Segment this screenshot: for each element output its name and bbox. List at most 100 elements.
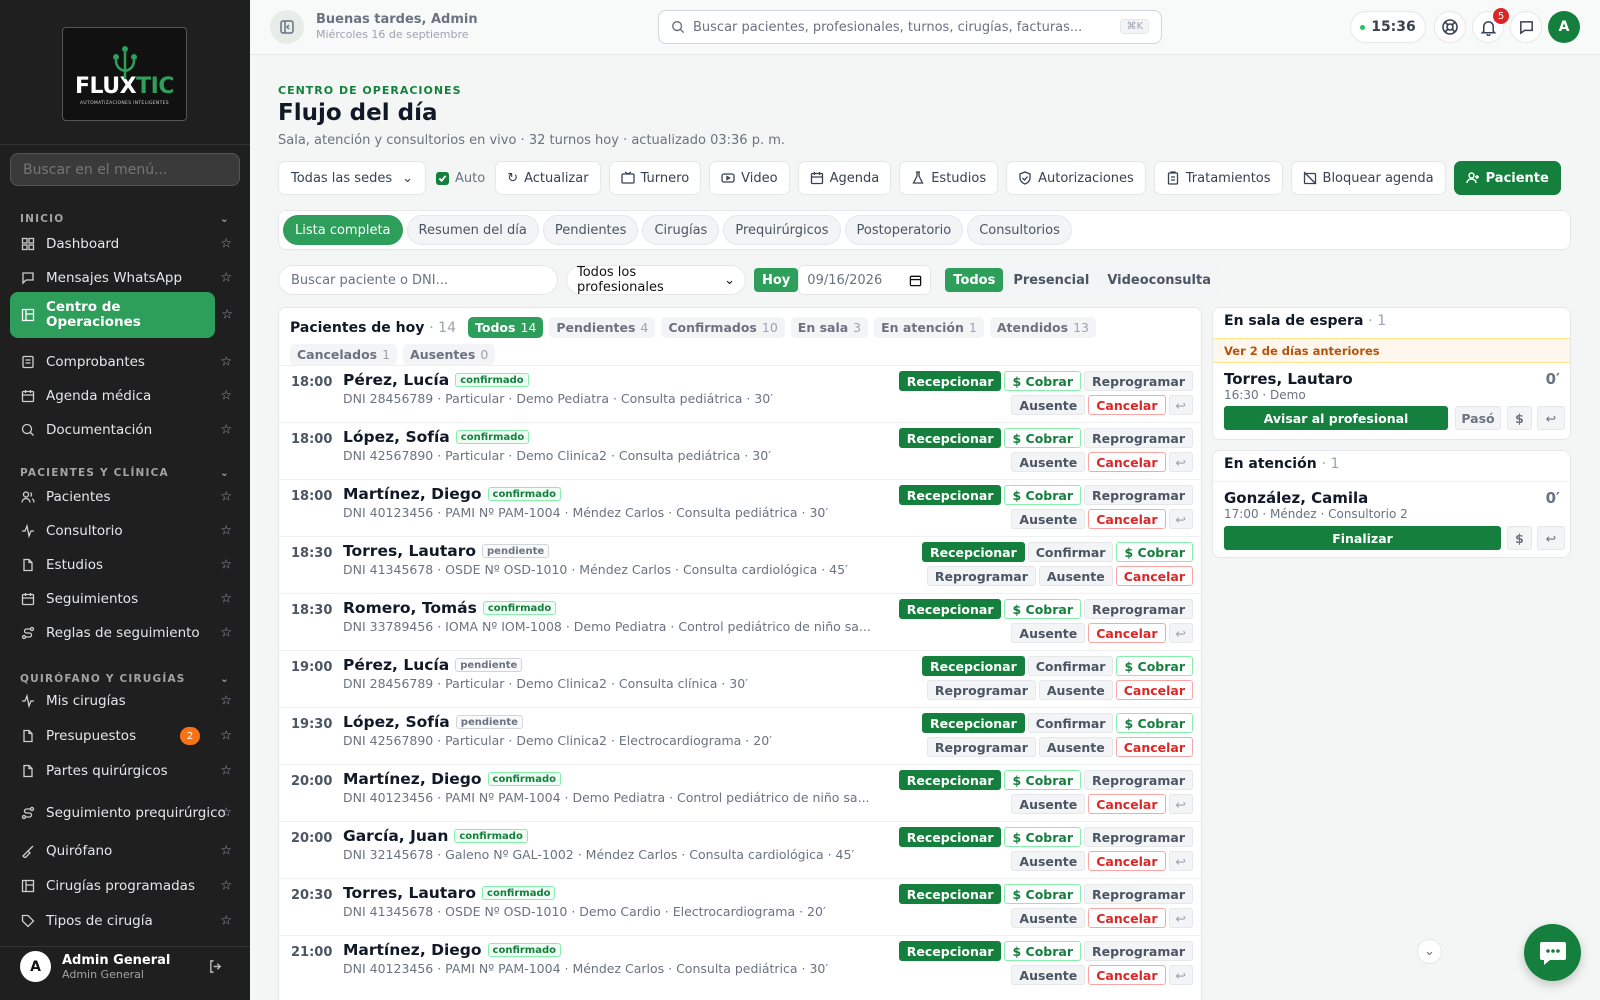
table-row[interactable]: 18:30 Romero, Tomás confirmado DNI 33789456… <box>279 593 1201 650</box>
date-input[interactable]: 09/16/2026 <box>798 265 932 295</box>
tab-consultorios[interactable]: Consultorios <box>967 215 1072 245</box>
sede-select[interactable]: Todas las sedes ⌄ <box>278 161 426 195</box>
scroll-down-button[interactable]: ⌄ <box>1417 939 1442 964</box>
receive-button[interactable]: Recepcionar <box>898 428 1002 448</box>
receive-button[interactable]: Recepcionar <box>898 599 1002 619</box>
receive-button[interactable]: Recepcionar <box>922 656 1025 676</box>
absent-button[interactable]: Ausente <box>1011 509 1086 529</box>
reschedule-button[interactable]: Reprogramar <box>1084 371 1193 391</box>
cancel-button[interactable]: Cancelar <box>1115 566 1193 586</box>
undo-button[interactable]: ↩ <box>1168 395 1193 415</box>
toggle-sidebar-button[interactable] <box>270 10 304 44</box>
star-icon[interactable]: ☆ <box>220 524 232 539</box>
charge-button[interactable]: $ Cobrar <box>1116 656 1193 676</box>
undo-button[interactable]: ↩ <box>1537 526 1565 550</box>
charge-button[interactable]: $ Cobrar <box>1004 827 1082 847</box>
undo-button[interactable]: ↩ <box>1168 509 1193 529</box>
cancel-button[interactable]: Cancelar <box>1115 680 1193 700</box>
undo-button[interactable]: ↩ <box>1168 623 1193 643</box>
cancel-button[interactable]: Cancelar <box>1088 851 1166 871</box>
status-filter-todos[interactable]: Todos 14 <box>468 317 544 338</box>
patient-name[interactable]: Romero, Tomás confirmado <box>343 599 557 617</box>
receive-button[interactable]: Recepcionar <box>898 827 1002 847</box>
status-filter-ausentes[interactable]: Ausentes 0 <box>403 344 496 365</box>
sidebar-item-consultorio[interactable]: Consultorio ☆ <box>10 514 240 548</box>
absent-button[interactable]: Ausente <box>1011 851 1086 871</box>
patient-name[interactable]: Torres, Lautaro confirmado <box>343 884 556 902</box>
undo-button[interactable]: ↩ <box>1168 908 1193 928</box>
absent-button[interactable]: Ausente <box>1011 623 1086 643</box>
account-avatar[interactable]: A <box>1548 11 1580 43</box>
table-row[interactable]: 21:00 Martínez, Diego confirmado DNI 401234… <box>279 935 1201 992</box>
charge-button[interactable]: $ Cobrar <box>1004 941 1082 961</box>
section-pacientes[interactable]: PACIENTES Y CLÍNICA ⌄ <box>20 467 230 479</box>
charge-button[interactable]: $ <box>1507 526 1532 550</box>
undo-button[interactable]: ↩ <box>1168 965 1193 985</box>
star-icon[interactable]: ☆ <box>220 879 232 894</box>
star-icon[interactable]: ☆ <box>220 806 232 821</box>
table-row[interactable]: 18:00 Martínez, Diego confirmado DNI 401234… <box>279 479 1201 536</box>
new-patient-button[interactable]: Paciente <box>1453 161 1561 195</box>
reschedule-button[interactable]: Reprogramar <box>926 680 1036 700</box>
global-search-input[interactable]: Buscar pacientes, profesionales, turnos,… <box>658 10 1162 44</box>
sidebar-item-pacientes[interactable]: Pacientes ☆ <box>10 480 240 514</box>
star-icon[interactable]: ☆ <box>220 237 232 252</box>
patient-name[interactable]: Martínez, Diego confirmado <box>343 941 562 959</box>
star-icon[interactable]: ☆ <box>220 694 232 709</box>
charge-button[interactable]: $ Cobrar <box>1116 542 1193 562</box>
today-button[interactable]: Hoy <box>754 268 799 292</box>
reschedule-button[interactable]: Reprogramar <box>1084 770 1193 790</box>
charge-button[interactable]: $ Cobrar <box>1004 428 1082 448</box>
bloquear-agenda-button[interactable]: Bloquear agenda <box>1290 161 1446 195</box>
status-filter-en-sala[interactable]: En sala 3 <box>790 317 869 338</box>
absent-button[interactable]: Ausente <box>1038 680 1113 700</box>
autorizaciones-button[interactable]: Autorizaciones <box>1006 161 1146 195</box>
absent-button[interactable]: Ausente <box>1011 908 1086 928</box>
star-icon[interactable]: ☆ <box>220 764 232 779</box>
chat-fab-button[interactable] <box>1524 924 1581 981</box>
waiting-patient-name[interactable]: Torres, Lautaro <box>1224 370 1353 388</box>
star-icon[interactable]: ☆ <box>220 592 232 607</box>
table-row[interactable]: 19:30 López, Sofía pendiente DNI 42567890 ·… <box>279 707 1201 764</box>
sidebar-item-reglas-de-seguimiento[interactable]: Reglas de seguimiento ☆ <box>10 616 240 650</box>
cancel-button[interactable]: Cancelar <box>1088 794 1166 814</box>
patient-name[interactable]: López, Sofía confirmado <box>343 428 530 446</box>
charge-button[interactable]: $ Cobrar <box>1116 713 1193 733</box>
table-row[interactable]: 18:00 López, Sofía confirmado DNI 42567890 … <box>279 422 1201 479</box>
star-icon[interactable]: ☆ <box>220 423 232 438</box>
table-row[interactable]: 19:00 Pérez, Lucía pendiente DNI 28456789 ·… <box>279 650 1201 707</box>
patient-name[interactable]: Martínez, Diego confirmado <box>343 770 562 788</box>
receive-button[interactable]: Recepcionar <box>898 884 1002 904</box>
receive-button[interactable]: Recepcionar <box>898 485 1002 505</box>
notify-professional-button[interactable]: Avisar al profesional <box>1224 406 1448 430</box>
charge-button[interactable]: $ Cobrar <box>1004 485 1082 505</box>
star-icon[interactable]: ☆ <box>220 490 232 505</box>
mode-presencial[interactable]: Presencial <box>1005 268 1097 292</box>
mode-videoconsulta[interactable]: Videoconsulta <box>1099 268 1219 292</box>
status-filter-atendidos[interactable]: Atendidos 13 <box>989 317 1096 338</box>
cancel-button[interactable]: Cancelar <box>1088 452 1166 472</box>
sidebar-item-presupuestos[interactable]: Presupuestos 2 ☆ <box>10 719 240 753</box>
status-filter-confirmados[interactable]: Confirmados 10 <box>661 317 785 338</box>
confirm-button[interactable]: Confirmar <box>1027 713 1114 733</box>
passed-button[interactable]: Pasó <box>1455 406 1501 430</box>
reschedule-button[interactable]: Reprogramar <box>1084 941 1193 961</box>
undo-button[interactable]: ↩ <box>1537 406 1565 430</box>
star-icon[interactable]: ☆ <box>220 626 232 641</box>
receive-button[interactable]: Recepcionar <box>922 542 1025 562</box>
receive-button[interactable]: Recepcionar <box>898 941 1002 961</box>
confirm-button[interactable]: Confirmar <box>1027 656 1114 676</box>
absent-button[interactable]: Ausente <box>1011 794 1086 814</box>
receive-button[interactable]: Recepcionar <box>898 770 1002 790</box>
professional-select[interactable]: Todos los profesionales ⌄ <box>566 265 746 295</box>
star-icon[interactable]: ☆ <box>220 729 232 744</box>
table-row[interactable]: 18:30 Torres, Lautaro pendiente DNI 4134567… <box>279 536 1201 593</box>
table-row[interactable]: 20:00 García, Juan confirmado DNI 32145678 … <box>279 821 1201 878</box>
sidebar-item-partes-quirúrgicos[interactable]: Partes quirúrgicos ☆ <box>10 754 240 788</box>
star-icon[interactable]: ☆ <box>220 844 232 859</box>
star-icon[interactable]: ☆ <box>220 914 232 929</box>
charge-button[interactable]: $ <box>1507 406 1532 430</box>
undo-button[interactable]: ↩ <box>1168 794 1193 814</box>
sidebar-item-agenda-médica[interactable]: Agenda médica ☆ <box>10 379 240 413</box>
notifications-button[interactable]: 5 <box>1472 8 1509 43</box>
